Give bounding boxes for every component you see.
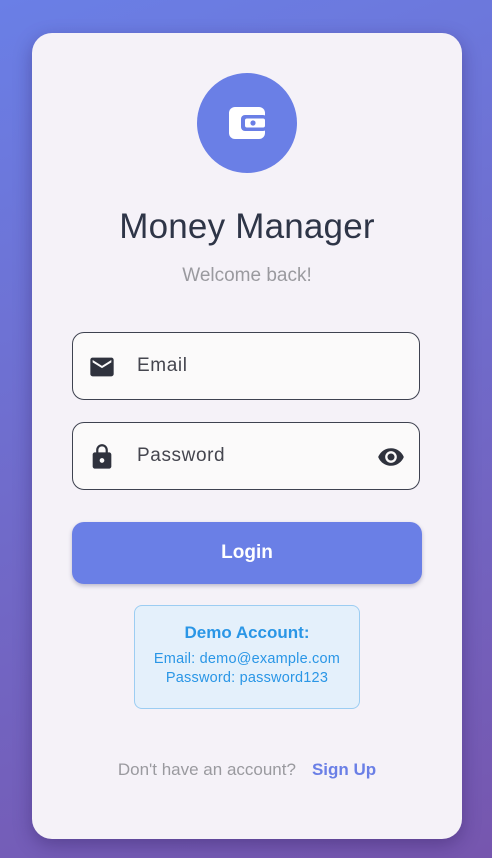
password-input[interactable] — [137, 441, 367, 471]
lock-icon — [92, 444, 112, 469]
signup-link[interactable]: Sign Up — [312, 760, 376, 779]
demo-account-box: Demo Account: Email: demo@example.com Pa… — [134, 605, 360, 709]
login-button[interactable]: Login — [72, 522, 422, 584]
demo-email-line: Email: demo@example.com — [153, 651, 341, 667]
mail-icon — [90, 357, 114, 377]
wallet-icon — [229, 107, 267, 139]
app-title: Money Manager — [119, 207, 375, 246]
eye-icon[interactable] — [376, 443, 406, 471]
demo-title: Demo Account: — [184, 623, 310, 642]
signup-row: Don't have an account? Sign Up — [32, 760, 462, 780]
login-card: Money Manager Welcome back! Login Demo A… — [32, 33, 462, 839]
logo-circle — [197, 73, 297, 173]
welcome-subtitle: Welcome back! — [182, 265, 312, 286]
email-input[interactable] — [137, 351, 367, 381]
demo-password-line: Password: password123 — [165, 670, 329, 686]
password-field[interactable] — [72, 422, 420, 490]
email-field[interactable] — [72, 332, 420, 400]
signup-prompt: Don't have an account? — [117, 760, 296, 779]
